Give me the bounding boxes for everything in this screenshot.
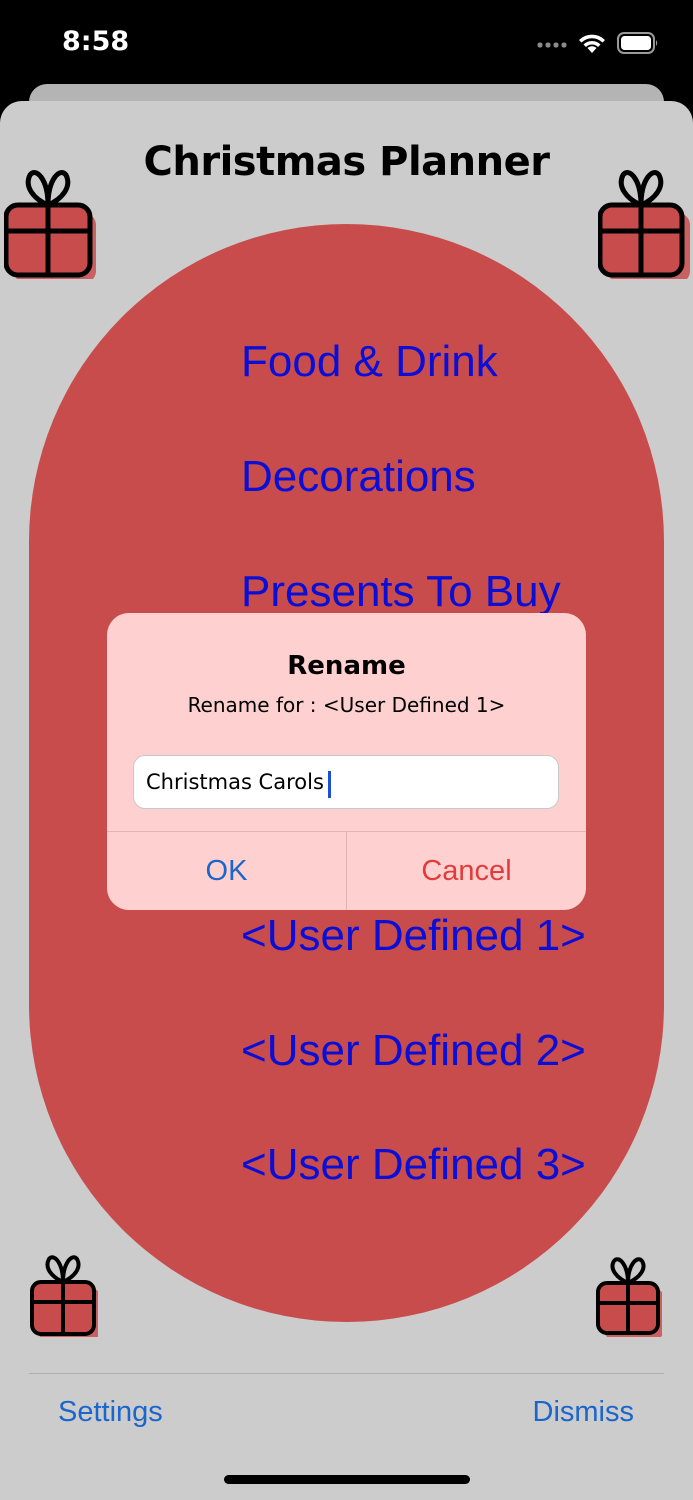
menu-item-presents-to-buy[interactable]: Presents To Buy: [241, 567, 561, 617]
ok-button[interactable]: OK: [107, 832, 346, 910]
screen: 8:58 Christmas Planner Food & Drink Deco…: [0, 0, 693, 1500]
cancel-button[interactable]: Cancel: [347, 832, 586, 910]
page-title: Christmas Planner: [143, 139, 550, 185]
alert-message: Rename for : <User Defined 1>: [187, 693, 506, 717]
status-icons: [537, 32, 659, 59]
rename-alert: Rename Rename for : <User Defined 1> OK …: [107, 613, 586, 910]
cellular-signal-icon: [537, 37, 567, 55]
settings-button[interactable]: Settings: [58, 1396, 163, 1429]
rename-input[interactable]: [133, 755, 559, 809]
home-indicator: [224, 1475, 470, 1484]
menu-item-food-drink[interactable]: Food & Drink: [241, 337, 498, 387]
menu-item-user-defined-2[interactable]: <User Defined 2>: [241, 1026, 586, 1076]
wifi-icon: [577, 32, 607, 59]
text-cursor: [328, 771, 331, 798]
dismiss-button[interactable]: Dismiss: [533, 1396, 635, 1429]
alert-title: Rename: [287, 651, 406, 681]
gift-icon: [3, 169, 96, 284]
menu-item-decorations[interactable]: Decorations: [241, 452, 476, 502]
gift-icon: [596, 1257, 664, 1342]
gift-icon: [30, 1255, 100, 1342]
status-time: 8:58: [62, 26, 130, 57]
menu-item-user-defined-3[interactable]: <User Defined 3>: [241, 1140, 586, 1190]
battery-icon: [617, 32, 659, 59]
menu-item-user-defined-1[interactable]: <User Defined 1>: [241, 911, 586, 961]
gift-icon: [597, 169, 690, 284]
status-bar: 8:58: [0, 0, 693, 84]
